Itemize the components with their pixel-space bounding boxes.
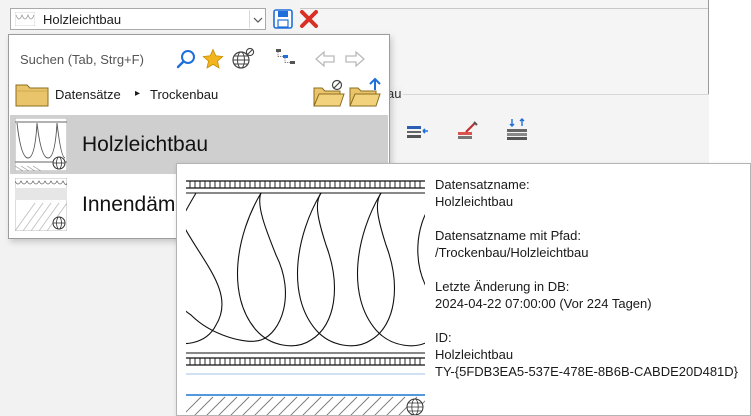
star-icon: [202, 48, 224, 69]
construction-thumbnail-icon: [15, 12, 35, 26]
toolbar-button-edit-layer[interactable]: [455, 120, 479, 144]
search-button[interactable]: [176, 49, 196, 69]
tooltip-path-label: Datensatzname mit Pfad:: [435, 228, 581, 243]
construction-preview-image: [186, 175, 425, 415]
search-input[interactable]: Suchen (Tab, Strg+F): [20, 52, 144, 67]
tooltip-id-value: Holzleichtbau: [435, 347, 514, 362]
tree-icon: [276, 49, 295, 64]
breadcrumb-current[interactable]: Trockenbau: [150, 87, 218, 102]
back-button[interactable]: [314, 49, 336, 69]
tree-view-button[interactable]: [275, 48, 297, 70]
folder-up-icon: [349, 77, 381, 107]
list-item-label: Holzleichtbau: [82, 133, 209, 156]
delete-icon: [300, 10, 318, 28]
breadcrumb-folder-icon[interactable]: [15, 81, 49, 107]
construction-thumbnail-icon: [15, 178, 67, 231]
folder-settings-button[interactable]: [313, 79, 345, 107]
favorites-button[interactable]: [202, 48, 224, 70]
forward-button[interactable]: [344, 49, 366, 69]
brush-icon: [458, 121, 478, 139]
swap-layers-icon: [507, 118, 527, 140]
tooltip-changed-label: Letzte Änderung in DB:: [435, 279, 570, 294]
divider: [300, 8, 751, 9]
search-icon: [176, 50, 195, 69]
folder-settings-icon: [313, 79, 345, 107]
tooltip-id-label: ID:: [435, 330, 452, 345]
insert-layer-icon: [407, 126, 428, 138]
globe-lock-icon: [232, 47, 255, 69]
tooltip-path-value: /Trockenbau/Holzleichtbau: [435, 245, 589, 260]
tooltip-id-guid: TY-{5FDB3EA5-537E-478E-8B6B-CABDE20D481D…: [435, 364, 739, 379]
chevron-down-icon: [253, 17, 263, 23]
tooltip-name-value: Holzleichtbau: [435, 194, 514, 209]
dataset-tooltip: Datensatzname: Holzleichtbau Datensatzna…: [176, 163, 751, 416]
forward-arrow-icon: [345, 50, 365, 68]
background-lower-area: [0, 240, 178, 416]
background-side-panel: [708, 0, 751, 163]
dataset-selector[interactable]: Holzleichtbau: [10, 8, 266, 30]
toolbar-button-swap-layers[interactable]: [505, 118, 529, 142]
selector-dropdown-button[interactable]: [249, 10, 266, 28]
tooltip-name-label: Datensatzname:: [435, 177, 530, 192]
construction-thumbnail-icon: [15, 118, 67, 171]
back-arrow-icon: [315, 50, 335, 68]
toolbar-button-insert-layer[interactable]: [405, 120, 429, 144]
tooltip-changed-value: 2024-04-22 07:00:00 (Vor 224 Tagen): [435, 296, 652, 311]
breadcrumb-root[interactable]: Datensätze: [55, 87, 121, 102]
breadcrumb-separator-icon: ▸: [135, 88, 141, 99]
save-icon: [273, 9, 293, 29]
selector-value: Holzleichtbau: [43, 12, 122, 27]
database-button[interactable]: [231, 47, 255, 71]
list-item-label: Innendäm: [82, 193, 176, 216]
folder-up-button[interactable]: [349, 77, 383, 107]
save-button[interactable]: [272, 8, 294, 30]
tooltip-details: Datensatzname: Holzleichtbau Datensatzna…: [435, 176, 750, 397]
folder-icon: [15, 84, 49, 107]
delete-button[interactable]: [298, 8, 320, 30]
